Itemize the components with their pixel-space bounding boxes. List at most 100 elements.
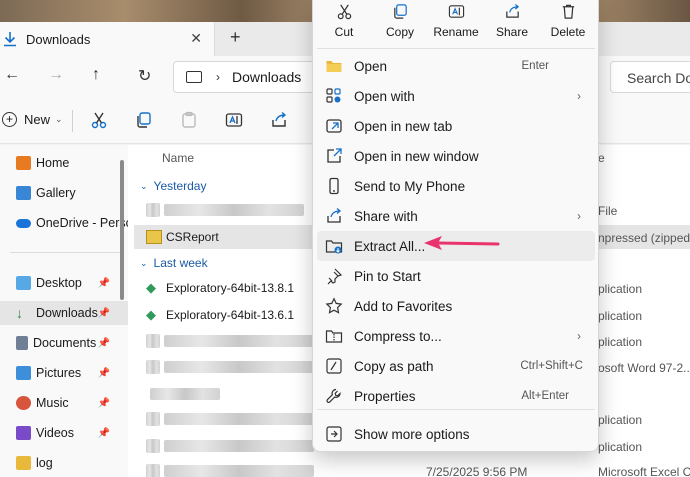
column-header-name[interactable]: Name [162,151,194,165]
properties-icon [325,387,343,405]
chevron-down-icon: ⌄ [140,257,148,268]
up-arrow-icon[interactable]: ↑ [92,66,100,84]
sidebar-item-label: Downloads [36,306,98,320]
rename-icon[interactable] [225,111,243,129]
sidebar-item-home[interactable]: Home [0,151,128,175]
quick-action-label: Cut [334,25,354,39]
menu-item-open-in-new-tab[interactable]: Open in new tab [317,111,595,141]
file-icon [146,464,160,477]
navigation-pane: Home Gallery OneDrive - Perso Desktop 📌 … [0,145,128,477]
menu-item-copy-as-path[interactable]: Copy as path Ctrl+Shift+C [317,351,595,381]
quick-action-label: Copy [385,25,414,39]
tab-title: Downloads [26,31,91,47]
sidebar-item-label: Videos [36,426,74,440]
sidebar-item-gallery[interactable]: Gallery [0,181,128,205]
menu-item-open-in-new-window[interactable]: Open in new window [317,141,595,171]
desktop-icon [16,276,31,290]
menu-item-label: Open [354,58,388,74]
menu-item-show-more-options[interactable]: Show more options [317,419,595,449]
cut-icon[interactable] [90,111,108,129]
zip-folder-icon [146,230,162,244]
menu-item-properties[interactable]: Properties Alt+Enter [317,381,595,411]
sidebar-item-label: Pictures [36,366,82,380]
group-header-yesterday[interactable]: ⌄ Yesterday [140,179,206,193]
refresh-icon[interactable]: ↻ [138,66,151,86]
sidebar-item-downloads[interactable]: ↓ Downloads 📌 [0,301,128,325]
share-icon [506,3,520,18]
sidebar-item-log[interactable]: log [0,451,128,475]
breadcrumb-downloads[interactable]: Downloads [232,69,301,85]
pin-icon[interactable]: 📌 [98,398,110,409]
sidebar-item-label: OneDrive - Perso [36,216,128,230]
share-icon[interactable] [270,111,288,129]
chevron-right-icon[interactable]: › [216,70,220,84]
menu-item-label: Share with [354,208,418,224]
sidebar-item-onedrive[interactable]: OneDrive - Perso [0,211,128,235]
menu-item-share-with[interactable]: Share with › [317,201,595,231]
type-cell: plication [598,282,643,296]
back-arrow-icon[interactable]: ← [4,66,20,84]
pin-icon[interactable]: 📌 [98,368,110,379]
toolbar-divider [72,110,73,132]
type-cell: plication [598,440,643,454]
pin-icon[interactable]: 📌 [98,308,110,319]
file-name: Exploratory-64bit-13.8.1 [166,281,295,295]
menu-item-label: Properties [354,388,416,404]
menu-item-open-with[interactable]: Open with › [317,81,595,111]
quick-action-cut[interactable]: Cut [316,0,372,47]
file-name: Exploratory-64bit-13.6.1 [166,308,295,322]
quick-action-rename[interactable]: Rename [428,0,484,47]
group-header-last-week[interactable]: ⌄ Last week [140,256,208,270]
quick-action-label: Rename [433,25,479,39]
blurred-file-name [164,204,304,216]
pictures-icon [16,366,31,380]
column-header-partial[interactable]: e [598,151,605,165]
shortcut-label: Enter [521,60,550,72]
menu-item-open[interactable]: Open Enter [317,51,595,81]
address-bar[interactable]: › Downloads [173,61,333,93]
group-label: Yesterday [153,179,207,193]
scrollbar-thumb[interactable] [120,160,124,300]
forward-arrow-icon[interactable]: → [48,66,64,84]
gallery-icon [16,186,31,200]
menu-item-add-to-favorites[interactable]: Add to Favorites [317,291,595,321]
tab-downloads[interactable]: Downloads ✕ [0,22,215,56]
open-with-icon [325,87,343,105]
onedrive-cloud-icon [16,218,31,228]
sidebar-item-label: Home [36,156,70,170]
file-icon [146,334,160,348]
blurred-file-name [164,335,314,347]
search-input[interactable]: Search Dow [610,61,690,93]
type-cell: Microsoft Excel CSV ... [598,465,690,477]
close-tab-icon[interactable]: ✕ [190,30,202,47]
menu-item-compress-to[interactable]: Compress to... › [317,321,595,351]
sidebar-item-videos[interactable]: Videos 📌 [0,421,128,445]
paste-icon[interactable] [180,111,198,129]
new-button[interactable]: + New ⌄ [2,112,63,127]
file-icon [146,439,160,453]
menu-item-pin-to-start[interactable]: Pin to Start [317,261,595,291]
pin-icon[interactable]: 📌 [98,338,110,349]
menu-divider [317,409,595,410]
pin-icon[interactable]: 📌 [98,428,110,439]
sidebar-item-desktop[interactable]: Desktop 📌 [0,271,128,295]
sidebar-item-documents[interactable]: Documents 📌 [0,331,128,355]
sidebar-scrollbar[interactable] [117,145,127,477]
chevron-down-icon: ⌄ [55,114,63,124]
quick-action-delete[interactable]: Delete [540,0,596,47]
chevron-right-icon: › [577,89,581,103]
file-name: CSReport [166,230,219,244]
menu-item-label: Open in new tab [354,118,453,134]
menu-item-send-to-phone[interactable]: Send to My Phone [317,171,595,201]
quick-action-copy[interactable]: Copy [372,0,428,47]
pin-icon[interactable]: 📌 [98,278,110,289]
file-icon [146,412,160,426]
new-tab-button[interactable]: + [230,27,241,48]
new-tab-icon [325,117,343,135]
copy-icon[interactable] [135,111,153,129]
sidebar-item-pictures[interactable]: Pictures 📌 [0,361,128,385]
quick-action-share[interactable]: Share [484,0,540,47]
type-cell: File [598,204,618,218]
installer-icon: ◆ [146,307,156,322]
sidebar-item-music[interactable]: Music 📌 [0,391,128,415]
